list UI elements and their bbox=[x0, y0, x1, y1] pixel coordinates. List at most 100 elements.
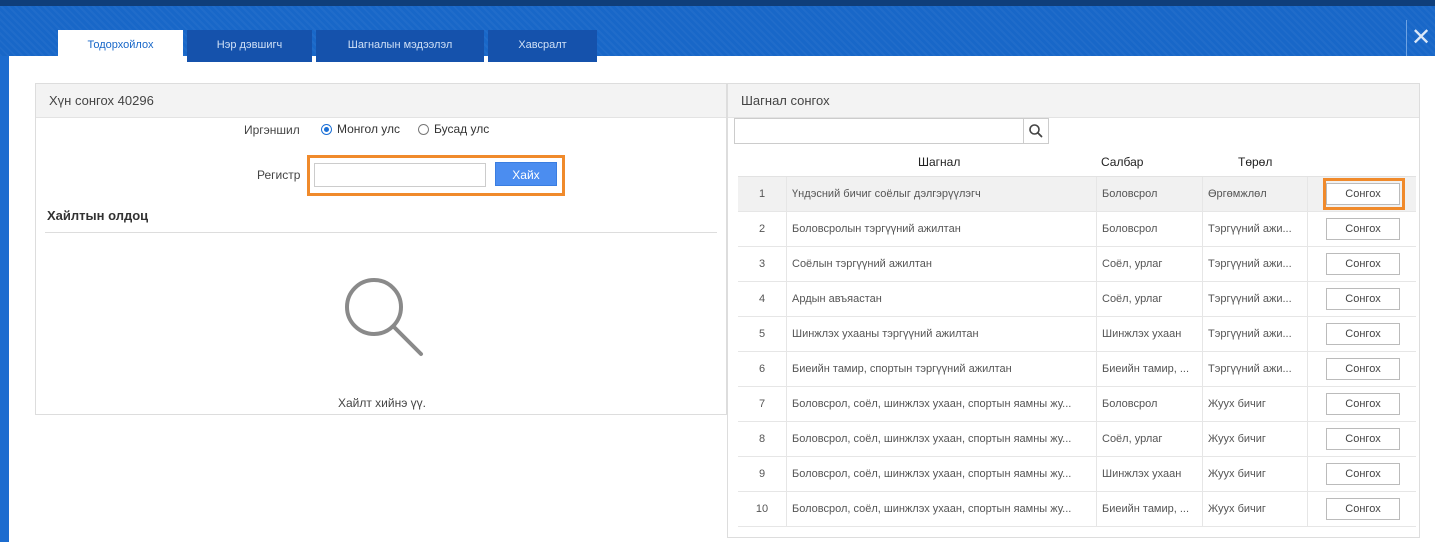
row-type: Жуух бичиг bbox=[1208, 433, 1266, 445]
column-separator bbox=[786, 352, 787, 386]
empty-results-text: Хайлт хийнэ үү. bbox=[337, 396, 427, 410]
column-separator bbox=[786, 422, 787, 456]
select-award-button[interactable]: Сонгох bbox=[1326, 428, 1400, 450]
tab-todorkhoilokh[interactable]: Тодорхойлох bbox=[58, 30, 183, 63]
row-type: Тэргүүний ажи... bbox=[1208, 328, 1292, 340]
column-separator bbox=[786, 247, 787, 281]
column-separator bbox=[1202, 422, 1203, 456]
tab-shagnalyn-medeelel[interactable]: Шагналын мэдээлэл bbox=[316, 30, 484, 62]
row-type: Тэргүүний ажи... bbox=[1208, 223, 1292, 235]
column-separator bbox=[1096, 247, 1097, 281]
column-separator bbox=[786, 317, 787, 351]
search-button[interactable]: Хайх bbox=[495, 162, 557, 186]
column-separator bbox=[1096, 317, 1097, 351]
column-separator bbox=[786, 212, 787, 246]
row-number: 1 bbox=[758, 188, 766, 200]
row-branch: Соёл, урлаг bbox=[1102, 258, 1163, 270]
table-row: 5 Шинжлэх ухааны тэргүүний ажилтан Шинжлэх… bbox=[738, 317, 1416, 352]
tab-ner-devshigch[interactable]: Нэр дэвшигч bbox=[187, 30, 312, 62]
register-label: Регистр bbox=[257, 168, 301, 182]
select-button-highlight bbox=[1323, 178, 1405, 210]
close-icon[interactable]: ✕ bbox=[1406, 20, 1435, 56]
select-award-button[interactable]: Сонгох bbox=[1326, 358, 1400, 380]
column-separator bbox=[1202, 282, 1203, 316]
left-accent-bar bbox=[0, 56, 9, 542]
award-panel-title: Шагнал сонгох bbox=[728, 84, 1419, 118]
row-award-name: Боловсрол, соёл, шинжлэх ухаан, спортын … bbox=[792, 433, 1072, 445]
row-type: Тэргүүний ажи... bbox=[1208, 293, 1292, 305]
select-award-button[interactable]: Сонгох bbox=[1326, 288, 1400, 310]
row-branch: Биеийн тамир, ... bbox=[1102, 503, 1190, 515]
column-separator bbox=[1307, 457, 1308, 491]
column-header-type: Төрөл bbox=[1238, 155, 1273, 169]
search-icon bbox=[341, 274, 425, 361]
row-branch: Шинжлэх ухаан bbox=[1102, 468, 1182, 480]
column-separator bbox=[1096, 352, 1097, 386]
column-separator bbox=[1202, 492, 1203, 526]
radio-mongolia[interactable] bbox=[321, 124, 332, 135]
table-row: 1 Үндэсний бичиг соёлыг дэлгэрүүлэгч Болов… bbox=[738, 177, 1416, 212]
select-award-button[interactable]: Сонгох bbox=[1326, 393, 1400, 415]
award-filter-input[interactable] bbox=[734, 118, 1024, 144]
row-branch: Шинжлэх ухаан bbox=[1102, 328, 1182, 340]
row-award-name: Ардын авъяастан bbox=[792, 293, 882, 305]
row-number: 9 bbox=[758, 468, 766, 480]
row-number: 5 bbox=[758, 328, 766, 340]
person-panel-title: Хүн сонгох 40296 bbox=[36, 84, 726, 118]
row-branch: Соёл, урлаг bbox=[1102, 293, 1163, 305]
filter-search-icon[interactable] bbox=[1023, 118, 1049, 144]
column-separator bbox=[1202, 352, 1203, 386]
column-separator bbox=[1202, 177, 1203, 211]
register-input[interactable] bbox=[314, 163, 486, 187]
results-title: Хайлтын олдоц bbox=[47, 208, 149, 223]
row-number: 4 bbox=[758, 293, 766, 305]
radio-other-label[interactable]: Бусад улс bbox=[434, 122, 489, 136]
results-divider bbox=[45, 232, 717, 233]
select-award-button[interactable]: Сонгох bbox=[1326, 218, 1400, 240]
column-separator bbox=[1096, 422, 1097, 456]
select-award-button[interactable]: Сонгох bbox=[1326, 253, 1400, 275]
row-type: Тэргүүний ажи... bbox=[1208, 363, 1292, 375]
person-select-panel: Хүн сонгох 40296 Иргэншил Монгол улс Бус… bbox=[35, 83, 727, 415]
select-award-button[interactable]: Сонгох bbox=[1326, 323, 1400, 345]
row-number: 8 bbox=[758, 433, 766, 445]
row-award-name: Боловсрол, соёл, шинжлэх ухаан, спортын … bbox=[792, 468, 1072, 480]
table-row: 8 Боловсрол, соёл, шинжлэх ухаан, спортын… bbox=[738, 422, 1416, 457]
tab-khavsralt[interactable]: Хавсралт bbox=[488, 30, 597, 62]
column-separator bbox=[1096, 282, 1097, 316]
row-number: 7 bbox=[758, 398, 766, 410]
select-award-button[interactable]: Сонгох bbox=[1326, 498, 1400, 520]
row-type: Жуух бичиг bbox=[1208, 503, 1266, 515]
radio-mongolia-label[interactable]: Монгол улс bbox=[337, 122, 400, 136]
column-separator bbox=[1096, 457, 1097, 491]
row-number: 6 bbox=[758, 363, 766, 375]
row-type: Жуух бичиг bbox=[1208, 398, 1266, 410]
column-separator bbox=[1307, 177, 1308, 211]
table-row: 4 Ардын авъяастан Соёл, урлаг Тэргүүний ажи… bbox=[738, 282, 1416, 317]
column-separator bbox=[786, 177, 787, 211]
row-award-name: Үндэсний бичиг соёлыг дэлгэрүүлэгч bbox=[792, 188, 981, 200]
award-select-panel: Шагнал сонгох Шагнал Салбар Төрөл 1 Үндэс… bbox=[727, 83, 1420, 538]
column-separator bbox=[1307, 387, 1308, 421]
column-separator bbox=[1202, 212, 1203, 246]
radio-other[interactable] bbox=[418, 124, 429, 135]
select-award-button[interactable]: Сонгох bbox=[1326, 463, 1400, 485]
row-branch: Соёл, урлаг bbox=[1102, 433, 1163, 445]
column-separator bbox=[1096, 492, 1097, 526]
column-separator bbox=[1307, 282, 1308, 316]
column-separator bbox=[1307, 247, 1308, 281]
column-separator bbox=[786, 457, 787, 491]
table-row: 9 Боловсрол, соёл, шинжлэх ухаан, спортын… bbox=[738, 457, 1416, 492]
column-separator bbox=[1307, 422, 1308, 456]
column-separator bbox=[1096, 387, 1097, 421]
column-separator bbox=[1307, 212, 1308, 246]
row-number: 10 bbox=[755, 503, 769, 515]
column-separator bbox=[1307, 352, 1308, 386]
column-separator bbox=[1096, 177, 1097, 211]
column-separator bbox=[1307, 317, 1308, 351]
column-separator bbox=[786, 492, 787, 526]
row-branch: Боловсрол bbox=[1102, 223, 1158, 235]
column-separator bbox=[786, 387, 787, 421]
row-type: Тэргүүний ажи... bbox=[1208, 258, 1292, 270]
column-separator bbox=[1202, 247, 1203, 281]
